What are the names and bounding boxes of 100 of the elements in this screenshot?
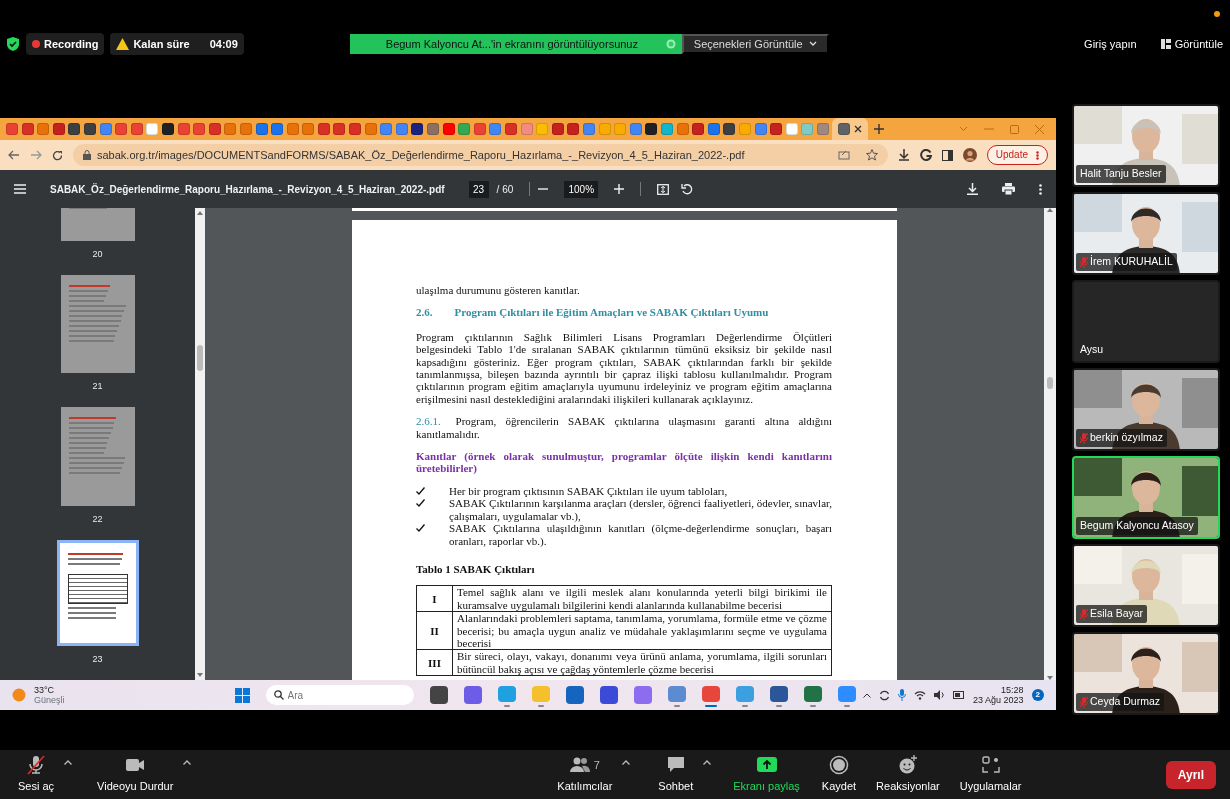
- participant-name: Esila Bayar: [1090, 606, 1144, 622]
- more-icon[interactable]: [1039, 183, 1042, 195]
- evidence-heading: Kanıtlar (örnek olarak sunulmuştur, programlar ölçüte ilişkin kendi kanıtlarını üretebilirler): [416, 450, 832, 475]
- scroll-thumb[interactable]: [197, 345, 203, 371]
- participant-name: Aysu: [1080, 342, 1104, 358]
- rotate-icon[interactable]: [681, 183, 694, 195]
- tab-favicon-icon[interactable]: [551, 123, 564, 135]
- avatar-icon[interactable]: [962, 148, 977, 162]
- smiley-icon: [897, 754, 918, 775]
- tab-favicon-icon[interactable]: [411, 123, 424, 135]
- tab-favicon-icon[interactable]: [68, 123, 81, 135]
- page-number: 22: [92, 513, 103, 524]
- battery-icon[interactable]: [953, 691, 965, 699]
- table-title: Tablo 1 SABAK Çıktıları: [416, 562, 536, 576]
- sync-icon[interactable]: [879, 689, 890, 701]
- clock[interactable]: 15:28 23 Ağu 2023: [973, 685, 1024, 705]
- reload-icon[interactable]: [52, 149, 63, 161]
- sign-in-link[interactable]: Giriş yapın: [1083, 34, 1138, 54]
- notification-dot: [1214, 11, 1220, 17]
- scroll-down-icon: [197, 673, 203, 677]
- maximize-icon[interactable]: [1010, 124, 1019, 134]
- back-icon[interactable]: [8, 150, 20, 160]
- search-field[interactable]: Ara: [265, 685, 414, 705]
- taskbar-app-icon[interactable]: [429, 686, 448, 704]
- toolbar-button[interactable]: Sesi aç: [18, 754, 55, 795]
- page-thumbnail[interactable]: [56, 539, 139, 646]
- page-number: 21: [92, 381, 103, 392]
- participant-name: berkin özyılmaz: [1090, 430, 1163, 446]
- muted-mic-icon: [1080, 256, 1088, 268]
- tab-favicon-icon[interactable]: [645, 123, 658, 135]
- toolbar-button[interactable]: Ekranı paylaş: [733, 754, 800, 795]
- zoom-field[interactable]: 100%: [564, 180, 599, 198]
- zoom-in-icon[interactable]: [614, 184, 625, 194]
- check-icon: [416, 524, 425, 533]
- taskbar-app-icon[interactable]: [599, 686, 618, 704]
- side-panel-icon[interactable]: [941, 149, 953, 161]
- star-icon[interactable]: [865, 149, 878, 161]
- tab-favicon-icon[interactable]: [83, 123, 96, 135]
- table-cell: Bir süreci, olayı, vakayı, donanımı veya ürünü anlama, yorumlama, ilgili sorunları bütüncül bakış açısı ve çağdaş yöntemlerle çözme becerisi: [452, 649, 832, 676]
- chevron-up-icon[interactable]: [863, 692, 871, 698]
- taskbar-app-icon[interactable]: [803, 686, 822, 703]
- timer-label: Kalan süre: [133, 36, 190, 52]
- toolbar-button[interactable]: Sohbet: [658, 754, 694, 795]
- speaker-icon[interactable]: [934, 690, 945, 700]
- share-icon[interactable]: [837, 149, 850, 160]
- fit-page-icon[interactable]: [657, 183, 670, 195]
- taskbar-app-icon[interactable]: [565, 686, 584, 704]
- list-item: SABAK Çıktılarına ulaşıldığının kanıtları (ölçme-değerlendirme sonuçları, başarı oranları, raporlar vb.).: [449, 522, 832, 547]
- print-icon[interactable]: [1002, 183, 1015, 195]
- windows-icon[interactable]: [234, 687, 250, 703]
- menu-icon[interactable]: [14, 184, 26, 194]
- caret-up-icon[interactable]: [183, 759, 192, 765]
- share-screen-icon: [756, 754, 777, 775]
- toolbar-button[interactable]: Reaksiyonlar: [876, 754, 940, 795]
- toolbar-button[interactable]: Videoyu Durdur: [97, 754, 174, 795]
- page-thumbnail[interactable]: [60, 274, 135, 374]
- close-icon[interactable]: [854, 125, 863, 133]
- tab-favicon-icon[interactable]: [692, 123, 705, 135]
- scrollbar[interactable]: [195, 208, 205, 680]
- tab-favicon-icon[interactable]: [567, 123, 580, 135]
- browser-tab[interactable]: [832, 118, 869, 140]
- forward-icon[interactable]: [30, 150, 42, 160]
- address-bar[interactable]: sabak.org.tr/images/DOCUMENTSandFORMS/SABAK_Öz_Değerlendirme_Raporu_Hazırlama_-_Revizyon_4_5_Haziran_2022-.pdf: [73, 144, 888, 166]
- caret-up-icon[interactable]: [64, 759, 73, 765]
- tab-favicon-icon[interactable]: [770, 123, 783, 135]
- g-extension-icon[interactable]: [919, 149, 932, 161]
- new-tab-icon[interactable]: [874, 124, 885, 134]
- download-icon[interactable]: [897, 149, 910, 161]
- toolbar-button[interactable]: 7 Katılımcılar: [557, 754, 613, 795]
- update-button[interactable]: Update: [986, 145, 1048, 165]
- view-button[interactable]: Görüntüle: [1159, 34, 1224, 54]
- view-options-dropdown[interactable]: Seçenekleri Görüntüle: [681, 34, 829, 54]
- tab-favicon-icon[interactable]: [161, 123, 174, 135]
- caret-up-icon[interactable]: [622, 759, 631, 765]
- tab-favicon-icon[interactable]: [723, 123, 736, 135]
- table-cell: I: [416, 585, 453, 612]
- muted-mic-icon: [1080, 432, 1088, 444]
- wifi-icon[interactable]: [914, 690, 926, 700]
- table-cell: Alanlarındaki problemleri saptama, tanımlama, yorumlama, formüle etme ve çözme becerisi; bu amaçla uygun analiz ve müdahale yaklaşımlarını seçme ve uygulama becerisi: [452, 611, 832, 650]
- participant-name: Halit Tanju Besler: [1080, 166, 1162, 182]
- scroll-thumb[interactable]: [1047, 377, 1053, 389]
- taskbar-app-icon[interactable]: [769, 686, 788, 703]
- toolbar-button[interactable]: Kaydet: [821, 754, 857, 795]
- microphone-icon[interactable]: [898, 689, 906, 701]
- notification-badge[interactable]: 2: [1031, 689, 1044, 701]
- page-number-field[interactable]: 23: [468, 180, 489, 198]
- taskbar-app-icon[interactable]: [463, 686, 482, 704]
- more-icon: [1036, 150, 1039, 160]
- chevron-down-icon[interactable]: [959, 126, 968, 132]
- page-number: 23: [92, 654, 103, 664]
- page-number: 20: [92, 248, 103, 259]
- participant-name: Ceyda Durmaz: [1090, 694, 1161, 710]
- tab-favicon-icon[interactable]: [52, 123, 65, 135]
- caret-up-icon[interactable]: [703, 759, 712, 765]
- timer-value: 04:09: [209, 36, 238, 52]
- scrollbar[interactable]: [1044, 208, 1056, 680]
- leave-button[interactable]: Ayrıl: [1165, 760, 1216, 789]
- paragraph: ulaşılma durumunu gösteren kanıtlar.: [416, 284, 581, 297]
- page-thumbnail[interactable]: [60, 407, 135, 506]
- toolbar-button[interactable]: Uygulamalar: [959, 754, 1022, 795]
